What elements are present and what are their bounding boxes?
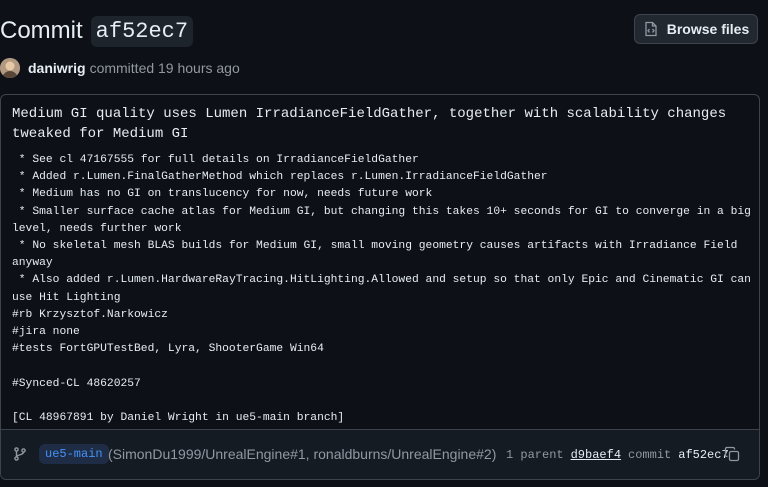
commit-message-body: * See cl 47167555 for full details on Ir… [12,154,751,425]
commit-sha-title: af52ec7 [90,15,194,47]
committed-time: committed 19 hours ago [89,60,240,76]
commit-box: Medium GI quality uses Lumen IrradianceF… [0,94,760,480]
page-title: Commit [0,17,83,44]
commit-footer: ue5-main (SimonDu1999/UnrealEngine#1, ro… [1,429,759,479]
author-link[interactable]: daniwrig [28,60,86,76]
commit-message-title: Medium GI quality uses Lumen IrradianceF… [12,106,735,142]
parent-sha-link[interactable]: d9baef4 [571,448,621,462]
git-branch-icon [14,447,26,461]
branch-link[interactable]: ue5-main [39,444,109,464]
commit-meta: daniwrig committed 19 hours ago [0,58,240,78]
parent-label: 1 parent [506,448,564,462]
commit-label: commit [628,448,672,462]
parent-info: 1 parent d9baef4 commit af52ec7 [506,446,729,464]
avatar[interactable] [0,58,20,78]
file-code-icon [645,21,657,37]
copy-icon[interactable] [724,446,740,462]
pull-request-refs: (SimonDu1999/UnrealEngine#1, ronaldburns… [108,446,497,462]
browse-files-label: Browse files [666,21,750,37]
commit-sha: af52ec7 [678,448,729,462]
browse-files-button[interactable]: Browse files [634,14,758,44]
commit-header: Commit af52ec7 [0,12,194,50]
